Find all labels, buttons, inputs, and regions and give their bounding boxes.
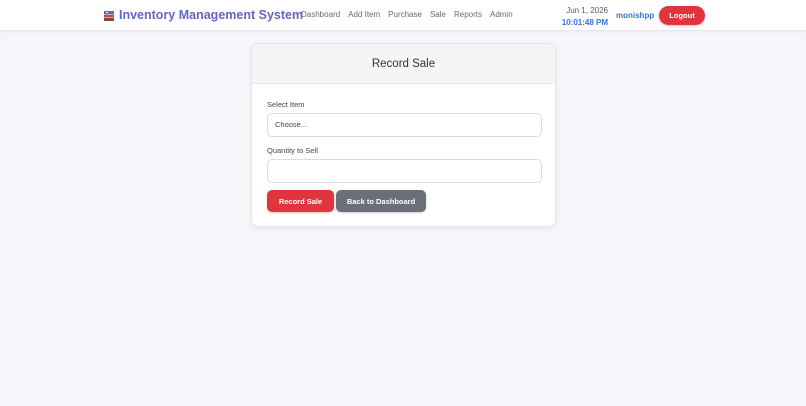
current-date: Jun 1, 2026 [566, 6, 608, 15]
card-header: Record Sale [252, 44, 555, 84]
nav-link-dashboard[interactable]: Dashboard [301, 10, 340, 19]
select-item-label: Select Item [267, 100, 305, 109]
nav-link-reports[interactable]: Reports [454, 10, 482, 19]
nav-link-purchase[interactable]: Purchase [388, 10, 422, 19]
nav-link-sale[interactable]: Sale [430, 10, 446, 19]
quantity-input[interactable] [267, 159, 542, 183]
card-title: Record Sale [371, 57, 436, 70]
nav-link-add-item[interactable]: Add Item [348, 10, 380, 19]
boxes-icon [103, 9, 115, 21]
navbar: Inventory Management System Dashboard Ad… [0, 0, 806, 31]
nav-links: Dashboard Add Item Purchase Sale Reports… [301, 10, 521, 19]
back-to-dashboard-button[interactable]: Back to Dashboard [336, 190, 426, 212]
logout-button[interactable]: Logout [659, 6, 705, 25]
select-item-dropdown[interactable]: Choose... [267, 113, 542, 137]
record-sale-button[interactable]: Record Sale [267, 190, 334, 212]
username: monishpp [616, 11, 655, 20]
datetime: Jun 1, 2026 10:01:48 PM [562, 5, 608, 29]
brand[interactable]: Inventory Management System [103, 8, 303, 22]
nav-link-admin[interactable]: Admin [490, 10, 513, 19]
brand-title: Inventory Management System [119, 8, 304, 22]
quantity-label: Quantity to Sell [267, 146, 318, 155]
current-time: 10:01:48 PM [561, 18, 608, 27]
record-sale-card: Record Sale Select Item Choose... Quanti… [251, 43, 556, 227]
